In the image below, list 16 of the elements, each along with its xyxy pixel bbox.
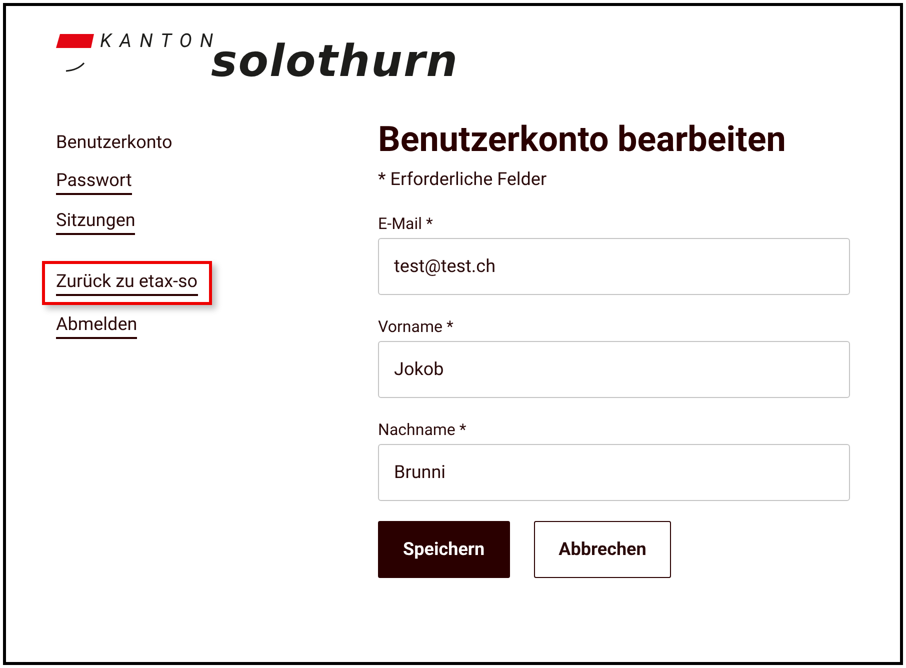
sidebar-link[interactable]: Zurück zu etax-so bbox=[56, 270, 198, 296]
sidebar-link[interactable]: Passwort bbox=[56, 169, 132, 195]
field-label: Vorname * bbox=[378, 317, 454, 337]
input-field[interactable]: test@test.ch bbox=[378, 238, 850, 295]
sidebar-link[interactable]: Abmelden bbox=[56, 313, 138, 339]
logo-mark-icon bbox=[56, 34, 94, 72]
field-label: Nachname * bbox=[378, 420, 468, 440]
required-note: * Erforderliche Felder bbox=[378, 168, 548, 192]
input-field[interactable]: Jokob bbox=[378, 341, 850, 398]
sidebar-link[interactable]: Benutzerkonto bbox=[56, 131, 172, 155]
save-button[interactable]: Speichern bbox=[378, 521, 510, 578]
input-field[interactable]: Brunni bbox=[378, 444, 850, 501]
page-title: Benutzerkonto bearbeiten bbox=[378, 118, 787, 162]
field-label: E-Mail * bbox=[378, 214, 434, 234]
sidebar-link[interactable]: Sitzungen bbox=[56, 209, 136, 235]
cancel-button[interactable]: Abbrechen bbox=[534, 521, 672, 578]
